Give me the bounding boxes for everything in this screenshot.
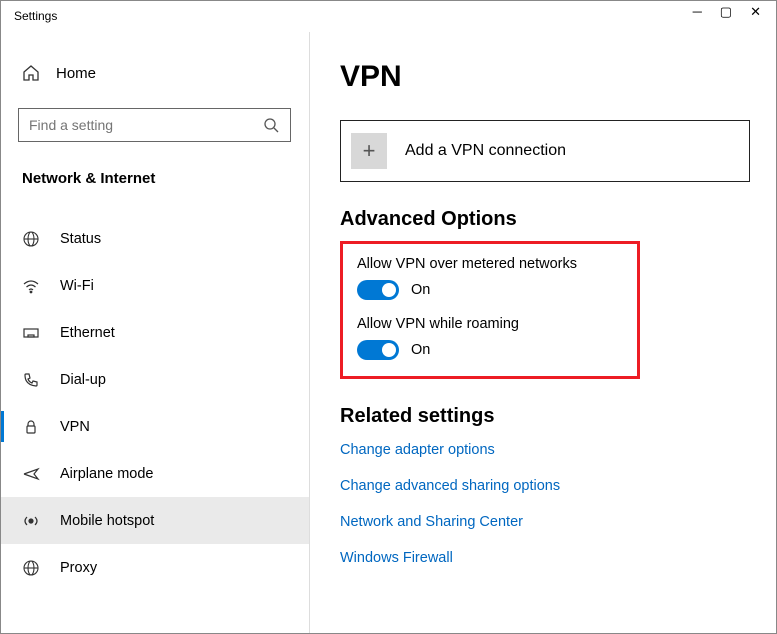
sidebar-item-label: Dial-up xyxy=(60,372,106,388)
proxy-icon xyxy=(22,559,40,577)
search-box[interactable] xyxy=(18,108,291,142)
sidebar-item-label: Airplane mode xyxy=(60,466,154,482)
category-heading: Network & Internet xyxy=(0,160,309,195)
ethernet-icon xyxy=(22,324,40,342)
link-firewall[interactable]: Windows Firewall xyxy=(340,550,777,566)
link-adapter[interactable]: Change adapter options xyxy=(340,442,777,458)
sidebar-item-home[interactable]: Home xyxy=(0,60,309,100)
home-icon xyxy=(22,64,40,82)
sidebar-item-label: Proxy xyxy=(60,560,97,576)
window-title: Settings xyxy=(14,9,57,23)
sidebar-item-label: Wi-Fi xyxy=(60,278,94,294)
maximize-button[interactable]: ▢ xyxy=(720,4,732,20)
globe-icon xyxy=(22,230,40,248)
roaming-state: On xyxy=(411,342,430,358)
advanced-options-highlight: Allow VPN over metered networks On Allow… xyxy=(340,241,640,379)
sidebar-item-proxy[interactable]: Proxy xyxy=(0,544,309,591)
add-vpn-label: Add a VPN connection xyxy=(405,142,566,160)
sidebar-item-label: Ethernet xyxy=(60,325,115,341)
add-vpn-button[interactable]: + Add a VPN connection xyxy=(340,120,750,182)
search-input[interactable] xyxy=(29,117,262,133)
plus-icon: + xyxy=(351,133,387,169)
sidebar-item-vpn[interactable]: VPN xyxy=(0,403,309,450)
page-title: VPN xyxy=(340,60,777,94)
sidebar: Home Network & Internet Status Wi-Fi Eth… xyxy=(0,32,310,634)
sidebar-item-status[interactable]: Status xyxy=(0,215,309,262)
sidebar-item-ethernet[interactable]: Ethernet xyxy=(0,309,309,356)
sidebar-item-wifi[interactable]: Wi-Fi xyxy=(0,262,309,309)
wifi-icon xyxy=(22,277,40,295)
roaming-label: Allow VPN while roaming xyxy=(357,316,623,332)
sidebar-item-label: Mobile hotspot xyxy=(60,513,154,529)
advanced-heading: Advanced Options xyxy=(340,208,777,231)
related-heading: Related settings xyxy=(340,405,777,428)
phone-icon xyxy=(22,371,40,389)
close-button[interactable]: ✕ xyxy=(750,4,761,20)
vpn-icon xyxy=(22,418,40,436)
home-label: Home xyxy=(56,65,96,82)
metered-label: Allow VPN over metered networks xyxy=(357,256,623,272)
minimize-button[interactable]: ─ xyxy=(693,4,702,20)
metered-toggle[interactable] xyxy=(357,280,399,300)
main-panel: VPN + Add a VPN connection Advanced Opti… xyxy=(310,32,777,634)
roaming-toggle[interactable] xyxy=(357,340,399,360)
sidebar-item-hotspot[interactable]: Mobile hotspot xyxy=(0,497,309,544)
sidebar-item-label: VPN xyxy=(60,419,90,435)
airplane-icon xyxy=(22,465,40,483)
metered-state: On xyxy=(411,282,430,298)
search-icon xyxy=(262,116,280,134)
link-center[interactable]: Network and Sharing Center xyxy=(340,514,777,530)
sidebar-item-dialup[interactable]: Dial-up xyxy=(0,356,309,403)
link-sharing[interactable]: Change advanced sharing options xyxy=(340,478,777,494)
hotspot-icon xyxy=(22,512,40,530)
sidebar-item-airplane[interactable]: Airplane mode xyxy=(0,450,309,497)
sidebar-item-label: Status xyxy=(60,231,101,247)
